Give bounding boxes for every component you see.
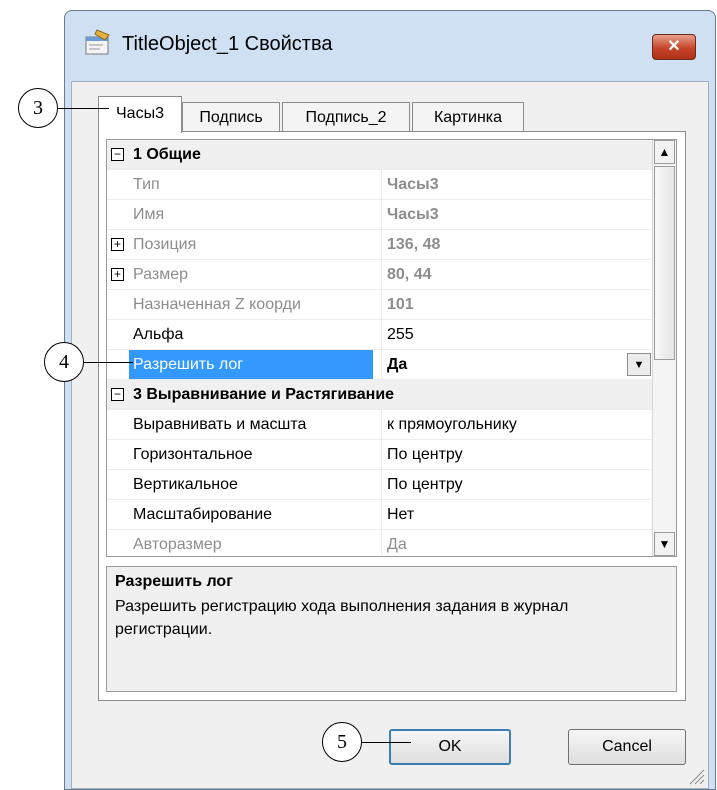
property-name: Тип: [133, 176, 160, 193]
callout-4-leader: [83, 362, 133, 363]
property-row[interactable]: Назначенная Z коорди 101: [107, 290, 653, 320]
property-value: 255: [381, 320, 651, 349]
callout-4: 4: [44, 342, 84, 382]
property-name: Горизонтальное: [133, 446, 253, 463]
property-name: Размер: [133, 266, 188, 283]
category-label: 1 Общие: [133, 146, 201, 163]
property-name: Разрешить лог: [129, 350, 373, 379]
property-row[interactable]: Горизонтальное По центру: [107, 440, 653, 470]
cancel-button[interactable]: Cancel: [568, 729, 686, 765]
tab-panel: −1 Общие Тип Часы3 Имя Часы3 + Позиция 136, 48 +…: [98, 131, 686, 701]
scroll-thumb[interactable]: [654, 166, 675, 360]
title-bar: TitleObject_1 Свойства ✕: [65, 11, 715, 81]
property-row[interactable]: Альфа 255: [107, 320, 653, 350]
property-name: Масштабирование: [133, 506, 273, 523]
property-row[interactable]: Масштабирование Нет: [107, 500, 653, 530]
properties-dialog: TitleObject_1 Свойства ✕ Часы3 Подпись П…: [64, 10, 716, 790]
property-row[interactable]: + Размер 80, 44: [107, 260, 653, 290]
property-value: 80, 44: [381, 260, 651, 289]
property-value: 101: [381, 290, 651, 319]
dialog-client-area: Часы3 Подпись Подпись_2 Картинка −1 Общи…: [71, 81, 709, 789]
tab-chasy3[interactable]: Часы3: [98, 96, 182, 133]
property-grid: −1 Общие Тип Часы3 Имя Часы3 + Позиция 136, 48 +…: [106, 139, 677, 557]
property-name: Выравнивать и масшта: [133, 416, 307, 433]
property-value[interactable]: Да: [381, 350, 651, 379]
property-value: Часы3: [381, 170, 651, 199]
property-name: Назначенная Z коорди: [133, 296, 301, 313]
expand-icon[interactable]: +: [111, 268, 124, 281]
property-value: Да: [381, 530, 651, 556]
tab-podpis[interactable]: Подпись: [182, 102, 280, 132]
scroll-down-icon[interactable]: ▼: [654, 532, 675, 556]
category-row[interactable]: −3 Выравнивание и Растягивание: [107, 380, 653, 410]
property-value: Нет: [381, 500, 651, 529]
property-name: Имя: [133, 206, 165, 223]
property-row[interactable]: Выравнивать и масшта к прямоугольнику: [107, 410, 653, 440]
property-row[interactable]: + Позиция 136, 48: [107, 230, 653, 260]
category-row[interactable]: −1 Общие: [107, 140, 653, 170]
properties-icon: [85, 29, 110, 55]
ok-button[interactable]: OK: [389, 729, 511, 765]
help-pane: Разрешить лог Разрешить регистрацию хода…: [106, 566, 677, 692]
collapse-icon[interactable]: −: [111, 388, 124, 401]
expand-icon[interactable]: +: [111, 238, 124, 251]
callout-3: 3: [18, 88, 58, 128]
property-name: Позиция: [133, 236, 197, 253]
close-button[interactable]: ✕: [652, 34, 696, 60]
property-value: По центру: [381, 470, 651, 499]
property-row[interactable]: Тип Часы3: [107, 170, 653, 200]
property-row[interactable]: Авторазмер Да: [107, 530, 653, 556]
property-row[interactable]: Имя Часы3: [107, 200, 653, 230]
window-title: TitleObject_1 Свойства: [122, 33, 333, 55]
help-description: Разрешить регистрацию хода выполнения за…: [115, 598, 569, 638]
property-value: По центру: [381, 440, 651, 469]
vertical-scrollbar[interactable]: ▲ ▼: [652, 140, 676, 556]
property-name: Вертикальное: [133, 476, 238, 493]
property-row[interactable]: Вертикальное По центру: [107, 470, 653, 500]
callout-5: 5: [322, 722, 362, 762]
property-value: к прямоугольнику: [381, 410, 651, 439]
property-value: 136, 48: [381, 230, 651, 259]
callout-3-leader: [57, 108, 109, 109]
property-name: Авторазмер: [133, 536, 222, 553]
resize-grip-icon[interactable]: [686, 766, 706, 786]
tab-kartinka[interactable]: Картинка: [412, 102, 524, 132]
scroll-up-icon[interactable]: ▲: [654, 140, 675, 164]
category-label: 3 Выравнивание и Растягивание: [133, 386, 395, 403]
collapse-icon[interactable]: −: [111, 148, 124, 161]
property-name: Альфа: [133, 326, 184, 343]
dropdown-arrow-icon[interactable]: ▼: [627, 353, 651, 376]
help-title: Разрешить лог: [115, 573, 233, 590]
property-value: Часы3: [381, 200, 651, 229]
tab-podpis-2[interactable]: Подпись_2: [282, 102, 410, 132]
callout-5-leader: [361, 742, 411, 743]
property-row[interactable]: Разрешить лог Да ▼: [107, 350, 653, 380]
